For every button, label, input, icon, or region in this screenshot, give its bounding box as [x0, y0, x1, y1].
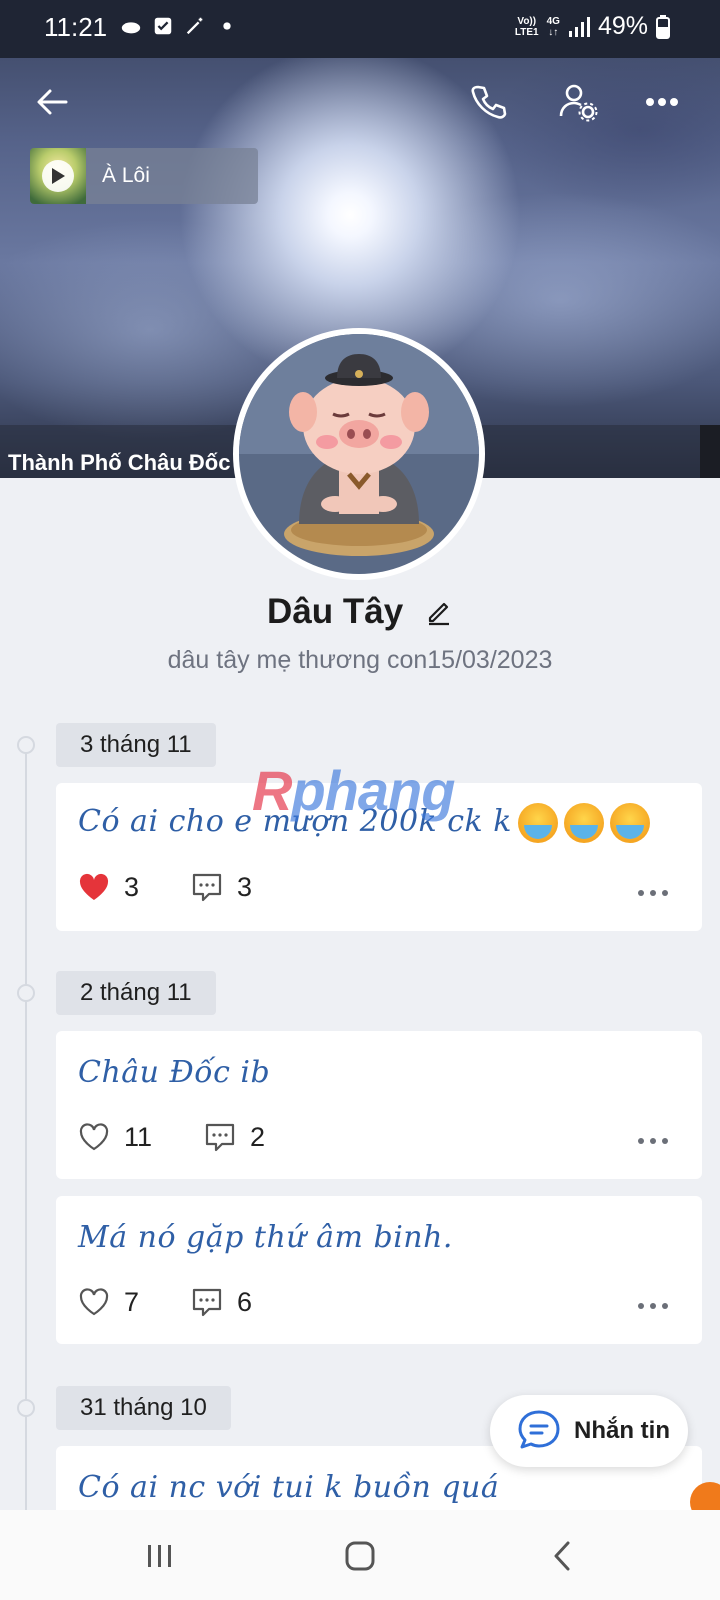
system-nav-bar [0, 1510, 720, 1600]
comment-count: 2 [250, 1121, 266, 1152]
timeline-line [25, 745, 27, 1510]
phone-icon [471, 85, 507, 119]
post-actions: 3 3 [78, 871, 252, 903]
pig-avatar-image [239, 334, 479, 574]
pencil-icon[interactable] [425, 598, 453, 626]
more-options-button[interactable] [638, 80, 686, 124]
post-more-button[interactable] [638, 1303, 668, 1309]
comment-icon [192, 1288, 222, 1317]
home-button[interactable] [340, 1536, 380, 1576]
net-gen-indicator: 4G ↓↑ [547, 16, 560, 38]
crying-emoji-icon [517, 803, 558, 843]
like-button[interactable]: 7 [78, 1287, 139, 1318]
music-title: À Lôi [102, 164, 150, 187]
message-button[interactable]: Nhắn tin [490, 1395, 688, 1467]
recent-apps-icon [148, 1545, 171, 1567]
checkbox-icon [154, 17, 172, 35]
comment-count: 6 [237, 1286, 253, 1317]
like-count: 11 [124, 1121, 153, 1152]
status-notification-icons [120, 15, 238, 37]
cover-edge [700, 425, 720, 478]
music-thumbnail [30, 148, 86, 204]
top-bar [0, 70, 720, 134]
post-text: Có ai nc với tui k buồn quá [78, 1470, 500, 1505]
comment-button[interactable]: 2 [204, 1121, 265, 1153]
back-arrow-icon [37, 89, 68, 115]
avatar[interactable] [233, 328, 485, 580]
post-text: Má nó gặp thứ âm binh. [78, 1220, 453, 1255]
status-right: Vo)) LTE1 4G ↓↑ 49% [515, 12, 670, 41]
user-gear-icon [559, 84, 598, 122]
crying-emoji-icon [609, 803, 650, 843]
volte-label: Vo)) [517, 15, 537, 27]
chevron-left-icon [554, 1541, 570, 1571]
crying-emoji-icon [563, 803, 604, 843]
date-chip: 2 tháng 11 [56, 971, 216, 1015]
post-actions: 11 2 [78, 1121, 265, 1153]
net-gen-label: 4G [546, 15, 560, 27]
watermark-part1: R [252, 759, 292, 822]
call-button[interactable] [464, 78, 512, 126]
post-text: Châu Đốc ib [78, 1055, 271, 1090]
chat-bubble-icon [518, 1410, 560, 1449]
profile-name-row: Dâu Tây [0, 590, 720, 632]
heart-outline-icon [79, 1123, 109, 1151]
status-time: 11:21 [44, 12, 108, 42]
message-label: Nhắn tin [574, 1417, 670, 1444]
date-chip: 3 tháng 11 [56, 723, 216, 767]
play-button[interactable] [42, 160, 74, 192]
like-count: 7 [124, 1286, 140, 1317]
back-button[interactable] [30, 80, 74, 124]
post-card[interactable]: Má nó gặp thứ âm binh. 7 6 [56, 1196, 702, 1344]
play-icon [52, 168, 65, 184]
like-count: 3 [124, 871, 140, 902]
post-actions: 7 6 [78, 1286, 252, 1318]
data-arrows-icon: ↓↑ [548, 26, 559, 38]
magic-wand-icon [186, 17, 203, 35]
watermark-part2: phang [291, 759, 455, 822]
post-more-button[interactable] [638, 1138, 668, 1144]
battery-icon [656, 14, 670, 39]
date-chip: 31 tháng 10 [56, 1386, 231, 1430]
comment-icon [205, 1123, 235, 1152]
profile-settings-button[interactable] [554, 78, 602, 126]
more-horizontal-icon [646, 98, 678, 106]
home-icon [345, 1541, 375, 1571]
status-bar: 11:21 Vo)) LTE1 4G ↓↑ 49% [0, 0, 720, 58]
profile-name: Dâu Tây [267, 591, 404, 631]
comment-button[interactable]: 3 [191, 871, 252, 903]
back-nav-button[interactable] [542, 1536, 582, 1576]
cloud-icon [121, 22, 141, 34]
watermark: Rphang [252, 758, 455, 823]
post-card[interactable]: Châu Đốc ib 11 2 [56, 1031, 702, 1179]
comment-icon [192, 873, 222, 902]
like-button[interactable]: 11 [78, 1122, 152, 1153]
profile-bio: dâu tây mẹ thương con15/03/2023 [167, 646, 553, 674]
recent-apps-button[interactable] [140, 1536, 180, 1576]
like-button[interactable]: 3 [78, 872, 139, 903]
profile-music-chip[interactable]: À Lôi [30, 148, 258, 204]
timeline-dot [17, 984, 35, 1002]
heart-filled-icon [79, 873, 109, 900]
post-more-button[interactable] [638, 890, 668, 896]
timeline-dot [17, 736, 35, 754]
volte-indicator: Vo)) LTE1 [515, 16, 539, 38]
lte-label: LTE1 [514, 26, 539, 38]
comment-button[interactable]: 6 [191, 1286, 252, 1318]
battery-percent: 49% [597, 12, 648, 40]
heart-outline-icon [79, 1288, 109, 1316]
signal-icon [568, 16, 590, 37]
dot-icon [223, 22, 231, 30]
comment-count: 3 [237, 871, 253, 902]
timeline-dot [17, 1399, 35, 1417]
location-label: Thành Phố Châu Đốc [8, 450, 231, 475]
